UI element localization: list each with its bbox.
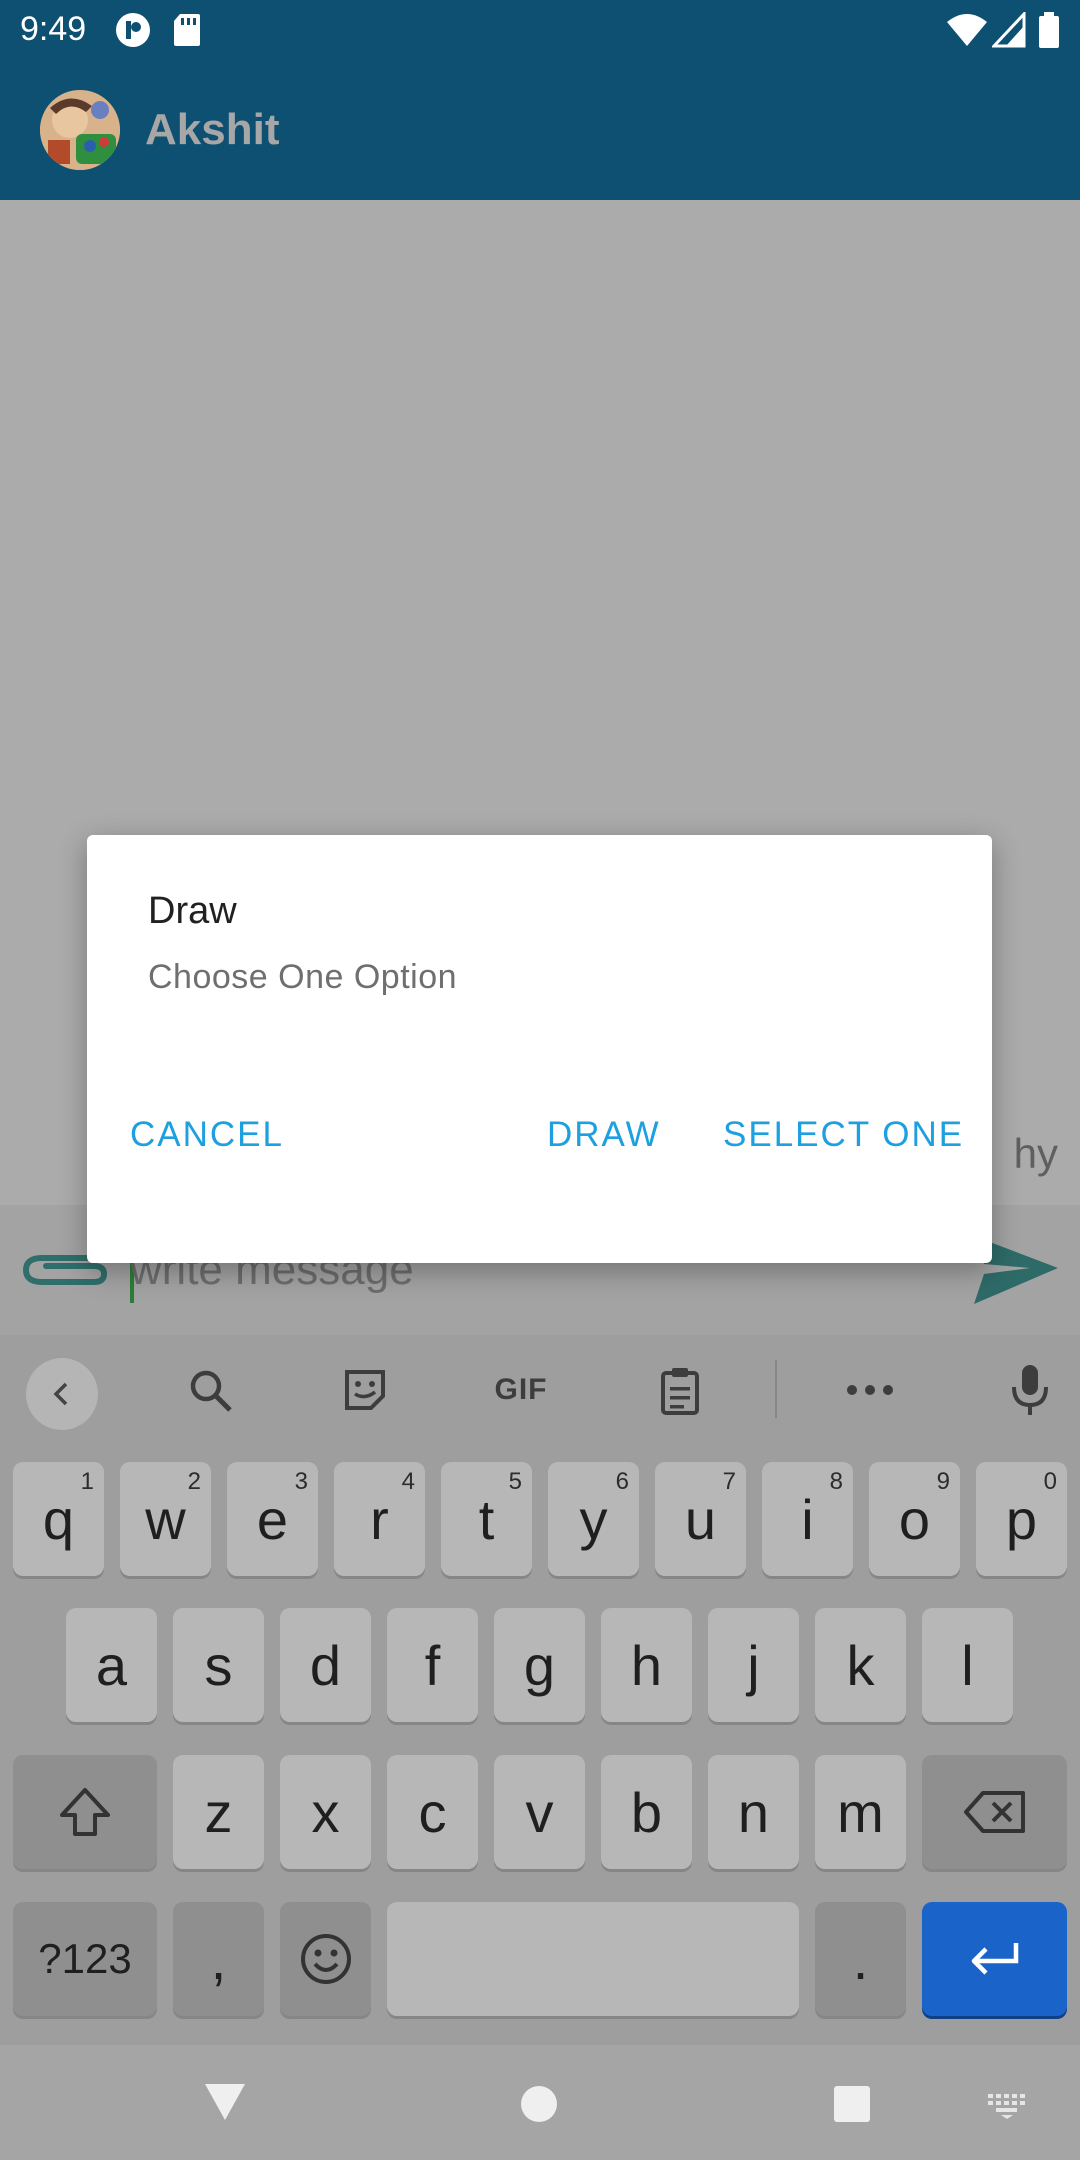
contact-name[interactable]: Akshit	[145, 105, 279, 155]
period-key[interactable]: .	[815, 1902, 906, 2016]
contact-avatar[interactable]	[40, 90, 120, 170]
chevron-left-icon	[53, 1382, 68, 1406]
dialog-message: Choose One Option	[148, 958, 458, 996]
key-p[interactable]: p0	[976, 1462, 1067, 1576]
status-bar: 9:49	[0, 0, 1080, 60]
key-hint: 1	[80, 1468, 94, 1495]
key-hint: 2	[187, 1468, 201, 1495]
key-c[interactable]: c	[387, 1755, 478, 1869]
soft-keyboard: GIF q1 w2 e3 r4 t5 y6 u7 i8 o9 p0 a s d …	[0, 1335, 1080, 2045]
shift-key[interactable]	[13, 1755, 157, 1869]
app-notification-icon	[115, 12, 151, 53]
message-bubble: hy	[1013, 1130, 1058, 1177]
key-label: o	[898, 1487, 931, 1551]
comma-key[interactable]: ,	[173, 1902, 264, 2016]
key-v[interactable]: v	[494, 1755, 585, 1869]
key-label: u	[684, 1487, 717, 1551]
key-f[interactable]: f	[387, 1608, 478, 1722]
key-hint: 9	[936, 1468, 950, 1495]
key-hint: 7	[722, 1468, 736, 1495]
key-w[interactable]: w2	[120, 1462, 211, 1576]
key-u[interactable]: u7	[655, 1462, 746, 1576]
key-l[interactable]: l	[922, 1608, 1013, 1722]
key-q[interactable]: q1	[13, 1462, 104, 1576]
clipboard-icon[interactable]	[650, 1355, 710, 1425]
emoji-icon	[300, 1934, 351, 1984]
key-d[interactable]: d	[280, 1608, 371, 1722]
backspace-icon	[963, 1791, 1025, 1833]
key-label: q	[42, 1487, 75, 1551]
key-s[interactable]: s	[173, 1608, 264, 1722]
sd-card-icon	[172, 12, 202, 53]
navigation-bar	[0, 2045, 1080, 2160]
key-a[interactable]: a	[66, 1608, 157, 1722]
key-hint: 8	[829, 1468, 843, 1495]
key-label: e	[256, 1487, 289, 1551]
key-e[interactable]: e3	[227, 1462, 318, 1576]
key-j[interactable]: j	[708, 1608, 799, 1722]
key-i[interactable]: i8	[762, 1462, 853, 1576]
key-o[interactable]: o9	[869, 1462, 960, 1576]
shift-icon	[60, 1788, 110, 1836]
key-hint: 6	[615, 1468, 629, 1495]
key-t[interactable]: t5	[441, 1462, 532, 1576]
emoji-key[interactable]	[280, 1902, 371, 2016]
toolbar-divider	[775, 1360, 777, 1418]
select-one-button[interactable]: SELECT ONE	[723, 1115, 964, 1155]
battery-icon	[1038, 12, 1060, 53]
keyboard-collapse-button[interactable]	[26, 1358, 98, 1430]
enter-icon	[971, 1943, 1018, 1975]
key-n[interactable]: n	[708, 1755, 799, 1869]
draw-button[interactable]: DRAW	[547, 1115, 661, 1155]
status-time: 9:49	[20, 10, 87, 48]
sticker-icon[interactable]	[335, 1355, 395, 1425]
key-hint: 5	[508, 1468, 522, 1495]
recents-icon[interactable]	[833, 2085, 871, 2128]
chat-app-bar: Akshit	[0, 60, 1080, 200]
key-k[interactable]: k	[815, 1608, 906, 1722]
key-label: i	[801, 1487, 814, 1551]
dialog-title: Draw	[148, 890, 237, 932]
key-x[interactable]: x	[280, 1755, 371, 1869]
key-r[interactable]: r4	[334, 1462, 425, 1576]
search-icon[interactable]	[180, 1355, 240, 1425]
more-icon[interactable]	[840, 1355, 900, 1425]
key-label: p	[1005, 1487, 1038, 1551]
space-bar[interactable]	[387, 1902, 799, 2016]
key-b[interactable]: b	[601, 1755, 692, 1869]
key-hint: 4	[401, 1468, 415, 1495]
key-hint: 3	[294, 1468, 308, 1495]
mic-icon[interactable]	[1000, 1355, 1060, 1425]
key-g[interactable]: g	[494, 1608, 585, 1722]
backspace-key[interactable]	[922, 1755, 1067, 1869]
wifi-icon	[945, 12, 989, 53]
back-icon[interactable]	[203, 2082, 247, 2127]
cancel-button[interactable]: CANCEL	[130, 1115, 284, 1155]
key-label: t	[478, 1487, 495, 1551]
key-m[interactable]: m	[815, 1755, 906, 1869]
key-h[interactable]: h	[601, 1608, 692, 1722]
cell-signal-icon	[990, 10, 1026, 53]
key-z[interactable]: z	[173, 1755, 264, 1869]
key-label: w	[145, 1487, 186, 1551]
key-label: y	[579, 1487, 608, 1551]
gif-button[interactable]: GIF	[485, 1355, 557, 1425]
key-y[interactable]: y6	[548, 1462, 639, 1576]
home-icon[interactable]	[520, 2085, 558, 2128]
key-label: r	[370, 1487, 389, 1551]
symbols-key[interactable]: ?123	[13, 1902, 157, 2016]
key-hint: 0	[1043, 1468, 1057, 1495]
draw-dialog: Draw Choose One Option CANCEL DRAW SELEC…	[87, 835, 992, 1263]
enter-key[interactable]	[922, 1902, 1067, 2016]
keyboard-switch-icon[interactable]	[987, 2093, 1027, 2124]
